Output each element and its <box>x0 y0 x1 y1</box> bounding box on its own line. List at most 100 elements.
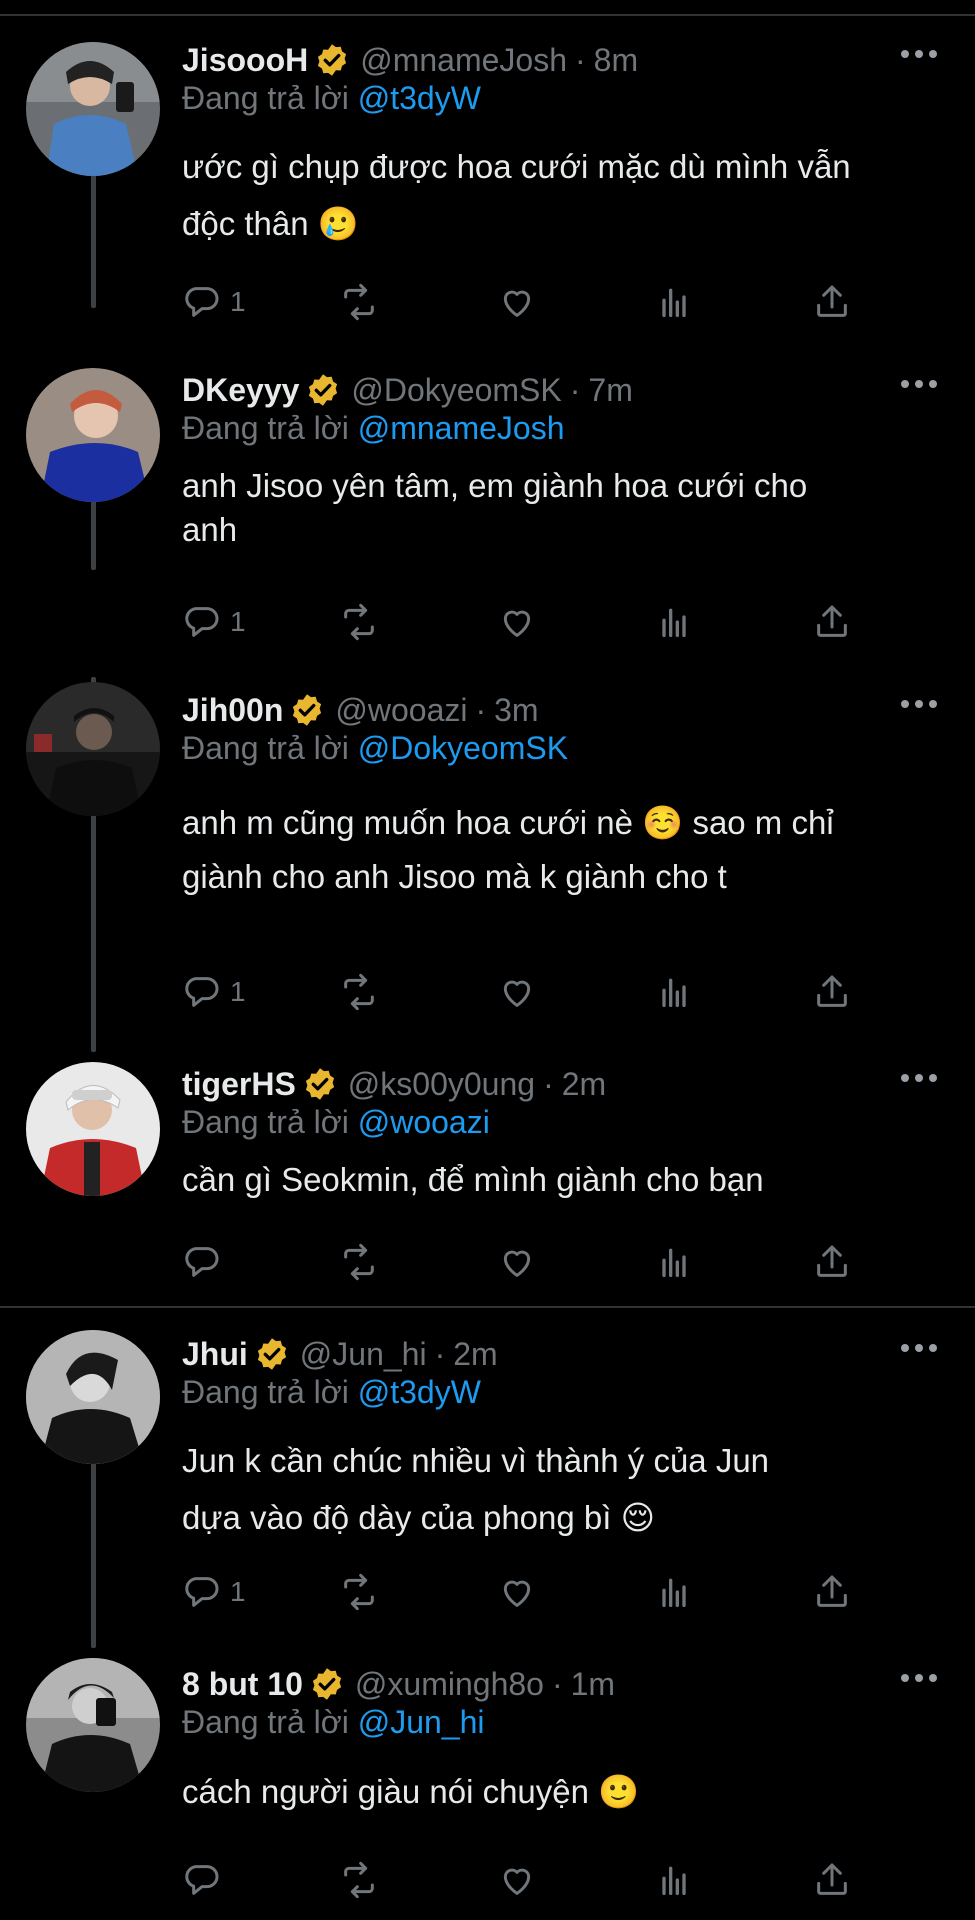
tweet-2[interactable]: DKeyyy @DokyeomSK · 7m Đang trả lời @mna… <box>0 366 975 666</box>
retweet-button[interactable] <box>339 278 379 326</box>
reply-button[interactable]: 1 <box>182 278 246 326</box>
timestamp[interactable]: 7m <box>588 372 632 409</box>
views-icon <box>662 1248 686 1277</box>
mention-link[interactable]: @mnameJosh <box>358 410 565 446</box>
reply-button[interactable]: 1 <box>182 968 246 1016</box>
avatar[interactable] <box>26 1062 160 1196</box>
handle[interactable]: @wooazi <box>335 692 467 729</box>
reply-button[interactable] <box>182 1856 230 1904</box>
display-name[interactable]: Jih00n <box>182 692 283 729</box>
retweet-button[interactable] <box>339 598 379 646</box>
timestamp[interactable]: 1m <box>571 1666 615 1703</box>
like-button[interactable] <box>497 1856 537 1904</box>
verified-badge-icon <box>309 374 338 406</box>
reply-button[interactable]: 1 <box>182 598 246 646</box>
reply-icon <box>185 287 219 317</box>
handle[interactable]: @mnameJosh <box>360 42 567 79</box>
more-icon[interactable] <box>901 1074 937 1086</box>
avatar[interactable] <box>26 368 160 502</box>
tweet-3[interactable]: Jih00n @wooazi · 3m Đang trả lời @Dokyeo… <box>0 682 975 1016</box>
tweet-1[interactable]: JisoooH @mnameJosh · 8m Đang trả lời @t3… <box>0 36 975 336</box>
retweet-button[interactable] <box>339 1568 379 1616</box>
like-icon <box>503 980 531 1007</box>
timestamp[interactable]: 8m <box>594 42 638 79</box>
avatar[interactable] <box>26 682 160 816</box>
mention-link[interactable]: @DokyeomSK <box>358 730 568 766</box>
reply-icon <box>185 977 219 1007</box>
replying-to: Đang trả lời @t3dyW <box>182 1374 481 1410</box>
retweet-button[interactable] <box>339 1856 379 1904</box>
retweet-icon <box>344 1573 374 1611</box>
handle[interactable]: @Jun_hi <box>300 1336 427 1373</box>
retweet-button[interactable] <box>339 968 379 1016</box>
more-icon[interactable] <box>901 50 937 62</box>
views-button[interactable] <box>654 1568 694 1616</box>
verified-badge-icon <box>312 1668 342 1700</box>
mention-link[interactable]: @t3dyW <box>358 1374 481 1410</box>
action-bar: 1 <box>182 278 882 326</box>
share-button[interactable] <box>812 278 852 326</box>
retweet-icon <box>344 1243 374 1281</box>
like-icon <box>503 1250 531 1277</box>
retweet-icon <box>344 283 374 321</box>
mention-link[interactable]: @t3dyW <box>358 80 481 116</box>
handle[interactable]: @ks00y0ung <box>348 1066 535 1103</box>
verified-badge-icon <box>257 1338 286 1370</box>
display-name[interactable]: 8 but 10 <box>182 1666 303 1703</box>
views-icon <box>662 608 686 637</box>
tweet-text: anh Jisoo yên tâm, em giành hoa cưới cho… <box>182 467 808 548</box>
avatar[interactable] <box>26 1330 160 1464</box>
like-button[interactable] <box>497 1238 537 1286</box>
more-icon[interactable] <box>901 1674 937 1686</box>
more-icon[interactable] <box>901 380 937 392</box>
views-button[interactable] <box>654 1238 694 1286</box>
avatar[interactable] <box>26 42 160 176</box>
share-button[interactable] <box>812 1856 852 1904</box>
reply-button[interactable] <box>182 1238 230 1286</box>
timestamp[interactable]: 2m <box>453 1336 497 1373</box>
tweet-6[interactable]: 8 but 10 @xumingh8o · 1m Đang trả lời @J… <box>0 1658 975 1920</box>
display-name[interactable]: tigerHS <box>182 1066 296 1103</box>
mention-link[interactable]: @Jun_hi <box>358 1704 485 1740</box>
handle[interactable]: @xumingh8o <box>355 1666 544 1703</box>
replying-to: Đang trả lời @t3dyW <box>182 80 481 116</box>
more-icon[interactable] <box>901 700 937 712</box>
handle[interactable]: @DokyeomSK <box>351 372 561 409</box>
timestamp[interactable]: 3m <box>494 692 538 729</box>
more-icon[interactable] <box>901 1344 937 1356</box>
replying-to: Đang trả lời @Jun_hi <box>182 1704 485 1740</box>
reply-icon <box>185 1865 219 1895</box>
views-button[interactable] <box>654 598 694 646</box>
like-button[interactable] <box>497 278 537 326</box>
like-button[interactable] <box>497 1568 537 1616</box>
action-bar <box>182 1238 882 1286</box>
tweet-text: ước gì chụp được hoa cưới mặc dù mình vẫ… <box>182 148 851 242</box>
share-icon <box>817 605 847 637</box>
timestamp[interactable]: 2m <box>562 1066 606 1103</box>
share-icon <box>817 975 847 1007</box>
action-bar <box>182 1856 882 1904</box>
separator-dot: · <box>575 41 586 78</box>
views-button[interactable] <box>654 1856 694 1904</box>
share-button[interactable] <box>812 1238 852 1286</box>
display-name[interactable]: JisoooH <box>182 42 308 79</box>
display-name[interactable]: DKeyyy <box>182 372 299 409</box>
retweet-button[interactable] <box>339 1238 379 1286</box>
mention-link[interactable]: @wooazi <box>358 1104 490 1140</box>
tweet-5[interactable]: Jhui @Jun_hi · 2m Đang trả lời @t3dyW Ju… <box>0 1330 975 1630</box>
like-button[interactable] <box>497 598 537 646</box>
share-icon <box>817 285 847 317</box>
like-button[interactable] <box>497 968 537 1016</box>
separator-dot: · <box>569 371 581 408</box>
reply-button[interactable]: 1 <box>182 1568 246 1616</box>
display-name[interactable]: Jhui <box>182 1336 248 1373</box>
share-button[interactable] <box>812 1568 852 1616</box>
views-button[interactable] <box>654 968 694 1016</box>
tweet-4[interactable]: tigerHS @ks00y0ung · 2m Đang trả lời @wo… <box>0 1060 975 1300</box>
views-button[interactable] <box>654 278 694 326</box>
views-icon <box>662 978 686 1007</box>
share-button[interactable] <box>812 968 852 1016</box>
share-button[interactable] <box>812 598 852 646</box>
reply-icon <box>185 1577 219 1607</box>
avatar[interactable] <box>26 1658 160 1792</box>
